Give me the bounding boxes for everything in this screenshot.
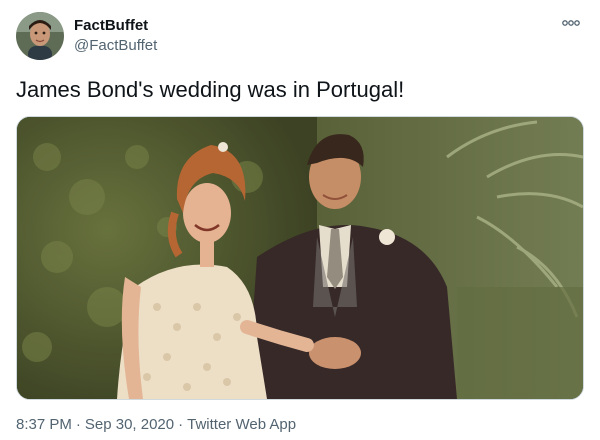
tweet-source-link[interactable]: Twitter Web App xyxy=(187,415,296,435)
tweet-media[interactable] xyxy=(16,116,584,400)
wedding-photo-icon xyxy=(17,117,583,399)
avatar[interactable] xyxy=(16,12,64,60)
author-names: FactBuffet @FactBuffet xyxy=(74,16,157,56)
tweet-text: James Bond's wedding was in Portugal! xyxy=(16,77,405,102)
more-options-icon xyxy=(562,20,580,26)
avatar-photo-icon xyxy=(16,12,64,60)
meta-separator-2: · xyxy=(178,416,184,433)
tweet-metadata: 8:37 PM · Sep 30, 2020 · Twitter Web App xyxy=(16,415,296,435)
more-options-button[interactable] xyxy=(560,14,582,32)
meta-separator: · xyxy=(75,416,81,433)
tweet-card: FactBuffet @FactBuffet James Bond's wedd… xyxy=(0,0,600,440)
tweet-date-link[interactable]: Sep 30, 2020 xyxy=(85,415,174,435)
tweet-time-link[interactable]: 8:37 PM xyxy=(16,415,72,435)
author-handle[interactable]: @FactBuffet xyxy=(74,36,157,56)
author-display-name[interactable]: FactBuffet xyxy=(74,16,157,36)
tweet-header: FactBuffet @FactBuffet xyxy=(16,12,157,60)
